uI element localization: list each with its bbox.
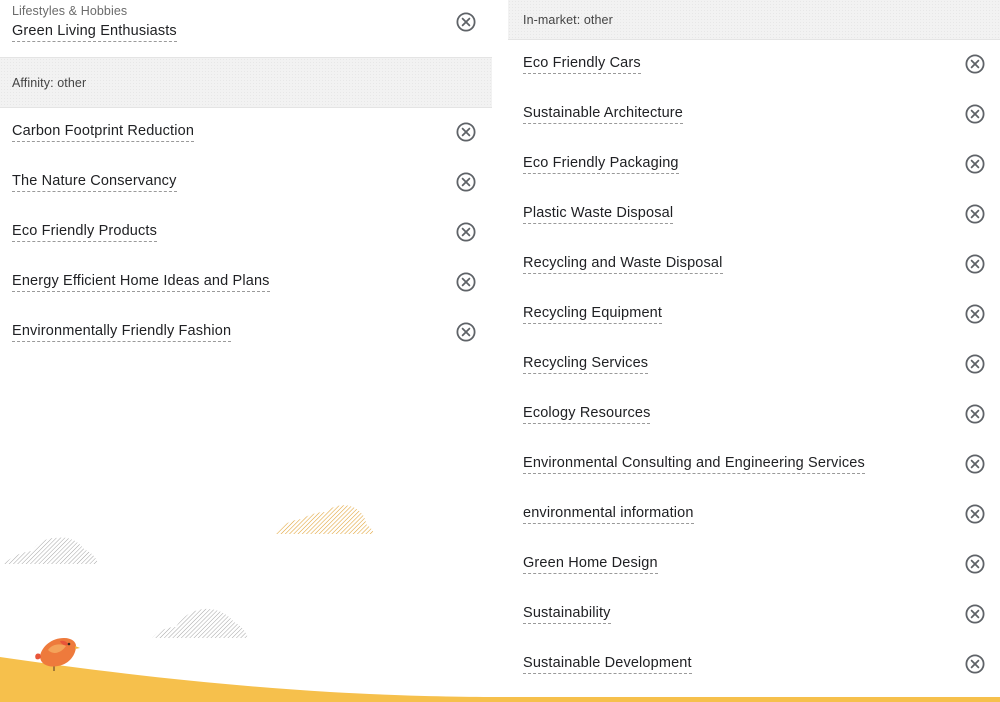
audience-label[interactable]: Sustainable Architecture [523,105,683,124]
audience-label[interactable]: Environmentally Friendly Fashion [12,323,232,342]
close-circle-icon [965,654,985,674]
remove-audience-button[interactable] [965,504,985,524]
audience-label[interactable]: Eco Friendly Cars [523,55,641,74]
list-item: Recycling Equipment [508,290,1000,340]
remove-audience-button[interactable] [456,222,476,242]
list-item: Ecology Resources [508,390,1000,440]
audience-label[interactable]: environmental information [523,505,694,524]
audience-label[interactable]: Eco Friendly Packaging [523,155,679,174]
close-circle-icon [456,12,476,32]
audience-label[interactable]: Sustainability [523,605,611,624]
close-circle-icon [965,554,985,574]
remove-audience-button[interactable] [965,204,985,224]
list-item: Sustainable Architecture [508,90,1000,140]
list-item: Recycling and Waste Disposal [508,240,1000,290]
list-item: Green Home Design [508,540,1000,590]
list-item: Environmentally Friendly Fashion [0,308,492,358]
audience-label[interactable]: Green Living Enthusiasts [12,23,177,42]
audience-category-label: Lifestyles & Hobbies [12,4,128,18]
close-circle-icon [965,604,985,624]
right-panel: In-market: other Eco Friendly Cars Susta… [508,0,1000,690]
remove-audience-button[interactable] [965,254,985,274]
remove-audience-button[interactable] [965,454,985,474]
remove-audience-button[interactable] [965,404,985,424]
remove-audience-button[interactable] [965,54,985,74]
section-header-affinity: Affinity: other [0,58,492,108]
close-circle-icon [456,322,476,342]
list-item: Eco Friendly Products [0,208,492,258]
cloud-icon [274,505,374,534]
audience-label[interactable]: Energy Efficient Home Ideas and Plans [12,273,270,292]
list-item: Plastic Waste Disposal [508,190,1000,240]
list-item: Eco Friendly Packaging [508,140,1000,190]
cloud-icon [152,608,248,638]
remove-audience-button[interactable] [456,12,476,32]
close-circle-icon [965,404,985,424]
audience-label[interactable]: Carbon Footprint Reduction [12,123,195,142]
section-title: Affinity: other [12,75,87,90]
close-circle-icon [965,354,985,374]
list-item: Sustainability [508,590,1000,640]
list-item: Recycling Services [508,340,1000,390]
audience-label[interactable]: Eco Friendly Products [12,223,157,242]
audience-label[interactable]: Plastic Waste Disposal [523,205,674,224]
left-panel: Lifestyles & Hobbies Green Living Enthus… [0,0,492,358]
close-circle-icon [456,122,476,142]
remove-audience-button[interactable] [965,104,985,124]
selected-audience-item: Lifestyles & Hobbies Green Living Enthus… [0,0,492,58]
audience-label[interactable]: Environmental Consulting and Engineering… [523,455,865,474]
close-circle-icon [456,272,476,292]
remove-audience-button[interactable] [965,654,985,674]
audience-label[interactable]: Recycling Equipment [523,305,663,324]
list-item: Carbon Footprint Reduction [0,108,492,158]
section-title: In-market: other [523,12,613,27]
bird-icon [35,638,80,671]
remove-audience-button[interactable] [456,122,476,142]
audience-label[interactable]: Ecology Resources [523,405,651,424]
remove-audience-button[interactable] [965,554,985,574]
list-item: environmental information [508,490,1000,540]
remove-audience-button[interactable] [456,272,476,292]
audience-label[interactable]: Recycling and Waste Disposal [523,255,723,274]
remove-audience-button[interactable] [456,172,476,192]
close-circle-icon [456,172,476,192]
audience-label[interactable]: Green Home Design [523,555,658,574]
list-item: Eco Friendly Cars [508,40,1000,90]
list-item: The Nature Conservancy [0,158,492,208]
audience-label[interactable]: The Nature Conservancy [12,173,177,192]
close-circle-icon [965,504,985,524]
list-item: Sustainable Development [508,640,1000,690]
close-circle-icon [965,104,985,124]
remove-audience-button[interactable] [965,604,985,624]
list-item: Environmental Consulting and Engineering… [508,440,1000,490]
close-circle-icon [965,254,985,274]
section-header-in-market: In-market: other [508,0,1000,40]
close-circle-icon [965,54,985,74]
list-item: Energy Efficient Home Ideas and Plans [0,258,492,308]
remove-audience-button[interactable] [965,304,985,324]
close-circle-icon [456,222,476,242]
cloud-icon [4,537,98,564]
close-circle-icon [965,154,985,174]
close-circle-icon [965,204,985,224]
close-circle-icon [965,304,985,324]
remove-audience-button[interactable] [965,354,985,374]
remove-audience-button[interactable] [965,154,985,174]
audience-label[interactable]: Recycling Services [523,355,649,374]
remove-audience-button[interactable] [456,322,476,342]
close-circle-icon [965,454,985,474]
audience-label[interactable]: Sustainable Development [523,655,692,674]
